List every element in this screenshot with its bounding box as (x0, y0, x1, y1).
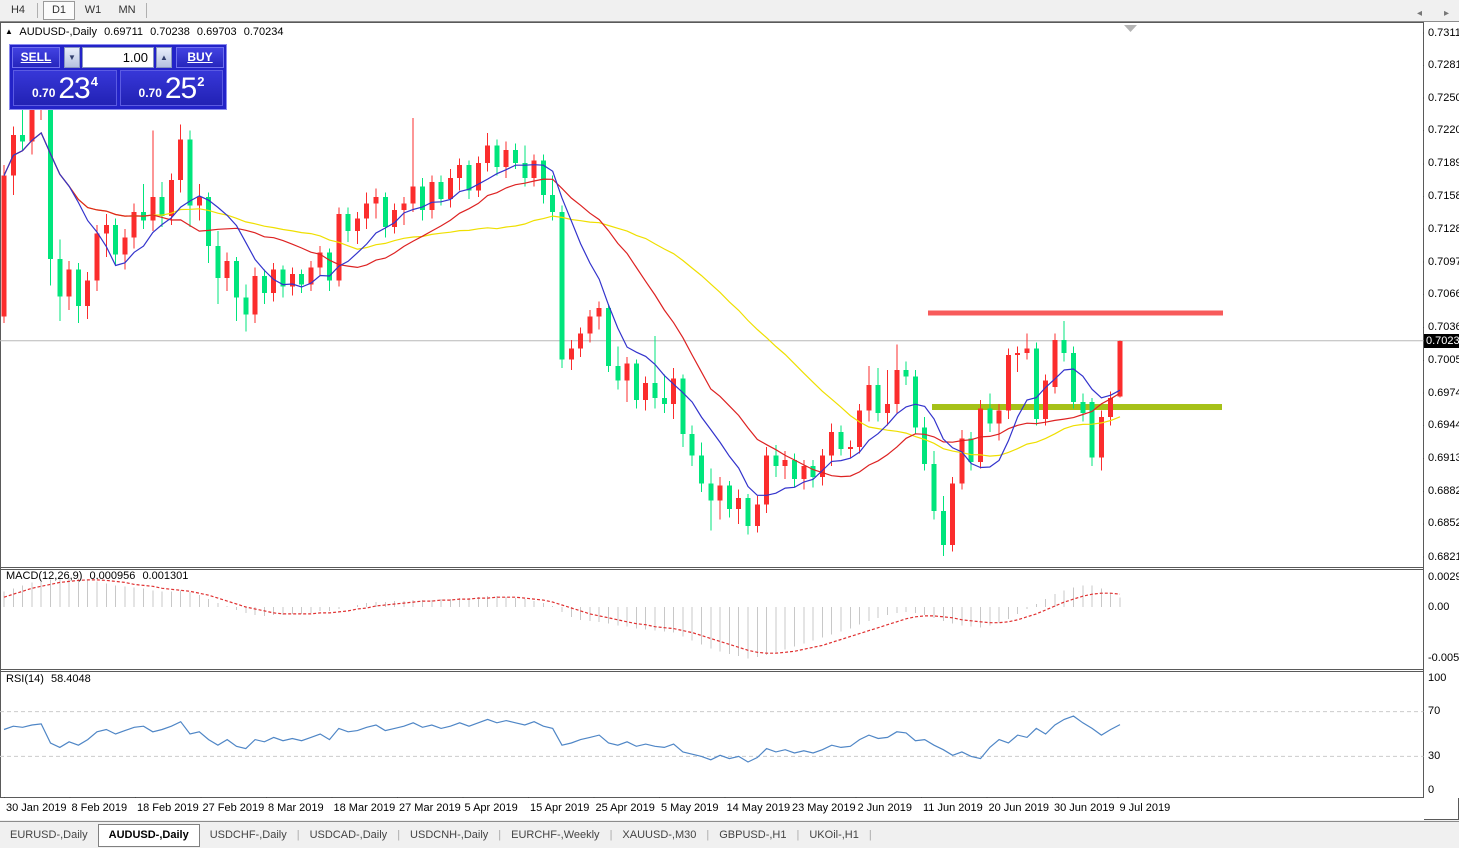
ohlc-open: 0.69711 (104, 26, 144, 38)
timeframe-toolbar: H4 D1 W1 MN (0, 0, 1459, 22)
date-axis-label: 2 Jun 2019 (857, 802, 912, 814)
tab-separator: | (868, 829, 872, 841)
date-axis-label: 30 Jun 2019 (1054, 802, 1115, 814)
time-axis[interactable]: 30 Jan 2019 8 Feb 2019 18 Feb 2019 27 Feb 2… (0, 798, 1424, 820)
date-axis-label: 8 Feb 2019 (71, 802, 128, 814)
date-axis-label: 18 Mar 2019 (333, 802, 396, 814)
macd-axis-label: 0.00 (1428, 600, 1450, 613)
triangle-down-icon: ▼ (68, 53, 76, 62)
chart-tab-ukoil[interactable]: UKOil-,H1 (799, 825, 869, 845)
rsi-label: RSI(14) 58.4048 (6, 673, 91, 685)
price-axis[interactable]: 0.73115 0.72810 0.72505 0.72200 0.71890 0.715… (1424, 22, 1459, 798)
chart-tab-usdchf[interactable]: USDCHF-,Daily (200, 825, 297, 845)
rsi-axis-label: 100 (1428, 671, 1447, 684)
rsi-value: 58.4048 (50, 673, 91, 685)
timeframe-button-h4[interactable]: H4 (2, 1, 34, 20)
lot-decrease-button[interactable]: ▼ (64, 47, 80, 68)
chart-tab-gbpusd[interactable]: GBPUSD-,H1 (709, 825, 796, 845)
price-axis-label: 0.72505 (1428, 91, 1459, 104)
price-axis-label: 0.69745 (1428, 386, 1459, 399)
buy-price-tile[interactable]: 0.70 25 2 (120, 70, 223, 106)
price-axis-label: 0.72810 (1428, 59, 1459, 72)
chart-tab-usdcad[interactable]: USDCAD-,Daily (300, 825, 398, 845)
chart-tab-audusd[interactable]: AUDUSD-,Daily (97, 824, 200, 847)
toolbar-separator (146, 2, 147, 18)
rsi-axis-label: 30 (1428, 749, 1441, 762)
tabs-scroll-right-icon[interactable]: ▸ (1444, 8, 1449, 19)
one-click-trading-panel: SELL ▼ ▲ BUY 0.70 23 4 0.70 25 2 (9, 44, 227, 110)
price-axis-label: 0.70050 (1428, 353, 1459, 366)
price-axis-label: 0.69440 (1428, 419, 1459, 432)
lot-increase-button[interactable]: ▲ (156, 47, 172, 68)
rsi-axis-label: 0 (1428, 783, 1435, 796)
chart-area[interactable]: ▲ AUDUSD-,Daily 0.69711 0.70238 0.69703 … (0, 22, 1459, 820)
chart-tab-eurusd[interactable]: EURUSD-,Daily (0, 825, 98, 845)
triangle-up-icon: ▲ (160, 53, 168, 62)
date-axis-label: 27 Mar 2019 (399, 802, 461, 814)
sell-price-big: 23 (58, 72, 90, 105)
price-axis-label: 0.70360 (1428, 320, 1459, 333)
buy-button[interactable]: BUY (176, 47, 224, 68)
current-price-tag: 0.70234 (1424, 334, 1459, 348)
sell-price-tile[interactable]: 0.70 23 4 (13, 70, 117, 106)
sell-price-pip: 4 (90, 74, 98, 89)
price-axis-label: 0.71585 (1428, 189, 1459, 202)
price-axis-label: 0.70970 (1428, 255, 1459, 268)
chart-symbol: AUDUSD-,Daily (19, 26, 97, 38)
date-axis-label: 27 Feb 2019 (202, 802, 265, 814)
price-axis-label: 0.70665 (1428, 288, 1459, 301)
chart-tab-eurchf[interactable]: EURCHF-,Weekly (501, 825, 609, 845)
sell-price-prefix: 0.70 (32, 86, 56, 100)
price-axis-label: 0.69130 (1428, 452, 1459, 465)
price-axis-label: 0.68825 (1428, 484, 1459, 497)
date-axis-label: 15 Apr 2019 (530, 802, 590, 814)
date-axis-label: 30 Jan 2019 (6, 802, 67, 814)
mt4-terminal-window: H4 D1 W1 MN ▲ AUDUSD-,Daily 0.69711 0.70238… (0, 0, 1459, 848)
ohlc-low: 0.69703 (196, 26, 237, 38)
price-axis-label: 0.68520 (1428, 517, 1459, 530)
price-axis-label: 0.68210 (1428, 550, 1459, 563)
date-axis-label: 20 Jun 2019 (988, 802, 1050, 814)
timeframe-button-mn[interactable]: MN (111, 1, 143, 20)
chart-tab-bar: EURUSD-,Daily AUDUSD-,Daily USDCHF-,Daily… (0, 821, 1459, 848)
date-axis-label: 5 Apr 2019 (464, 802, 518, 814)
date-axis-label: 9 Jul 2019 (1119, 802, 1171, 814)
chart-tab-usdcnh[interactable]: USDCNH-,Daily (400, 825, 498, 845)
timeframe-button-d1[interactable]: D1 (43, 1, 75, 20)
chart-shift-icon (1124, 25, 1137, 32)
buy-price-prefix: 0.70 (138, 86, 162, 100)
date-axis-label: 8 Mar 2019 (268, 802, 324, 814)
chart-collapse-icon[interactable]: ▲ (5, 27, 13, 36)
macd-main-value: 0.000956 (89, 570, 136, 582)
sell-button[interactable]: SELL (12, 47, 60, 68)
macd-axis-label: 0.002984 (1428, 571, 1459, 584)
rsi-axis-label: 70 (1428, 705, 1441, 718)
lot-size-input[interactable] (82, 47, 154, 68)
timeframe-button-w1[interactable]: W1 (77, 1, 109, 20)
price-axis-label: 0.71280 (1428, 222, 1459, 235)
ohlc-close: 0.70234 (243, 26, 284, 38)
price-chart-canvas[interactable] (0, 22, 1459, 820)
buy-price-pip: 2 (197, 74, 205, 89)
tab-scroll-arrows: ◂ ▸ (1395, 8, 1449, 19)
price-axis-label: 0.71890 (1428, 157, 1459, 170)
macd-label: MACD(12,26,9) 0.000956 0.001301 (6, 570, 189, 582)
price-axis-label: 0.72200 (1428, 124, 1459, 137)
date-axis-label: 5 May 2019 (661, 802, 719, 814)
macd-signal-value: 0.001301 (142, 570, 189, 582)
macd-axis-label: -0.005250 (1428, 652, 1459, 665)
date-axis-label: 23 May 2019 (792, 802, 856, 814)
date-axis-label: 14 May 2019 (726, 802, 791, 814)
buy-price-big: 25 (164, 72, 197, 105)
tabs-scroll-left-icon[interactable]: ◂ (1417, 8, 1422, 19)
toolbar-separator (37, 2, 38, 18)
date-axis-label: 25 Apr 2019 (595, 802, 655, 814)
ohlc-high: 0.70238 (150, 26, 190, 38)
date-axis-label: 18 Feb 2019 (137, 802, 199, 814)
price-axis-label: 0.73115 (1428, 26, 1459, 39)
chart-title: ▲ AUDUSD-,Daily 0.69711 0.70238 0.69703 … (5, 26, 288, 38)
chart-tab-xauusd[interactable]: XAUUSD-,M30 (612, 825, 706, 845)
date-axis-label: 11 Jun 2019 (923, 802, 983, 814)
